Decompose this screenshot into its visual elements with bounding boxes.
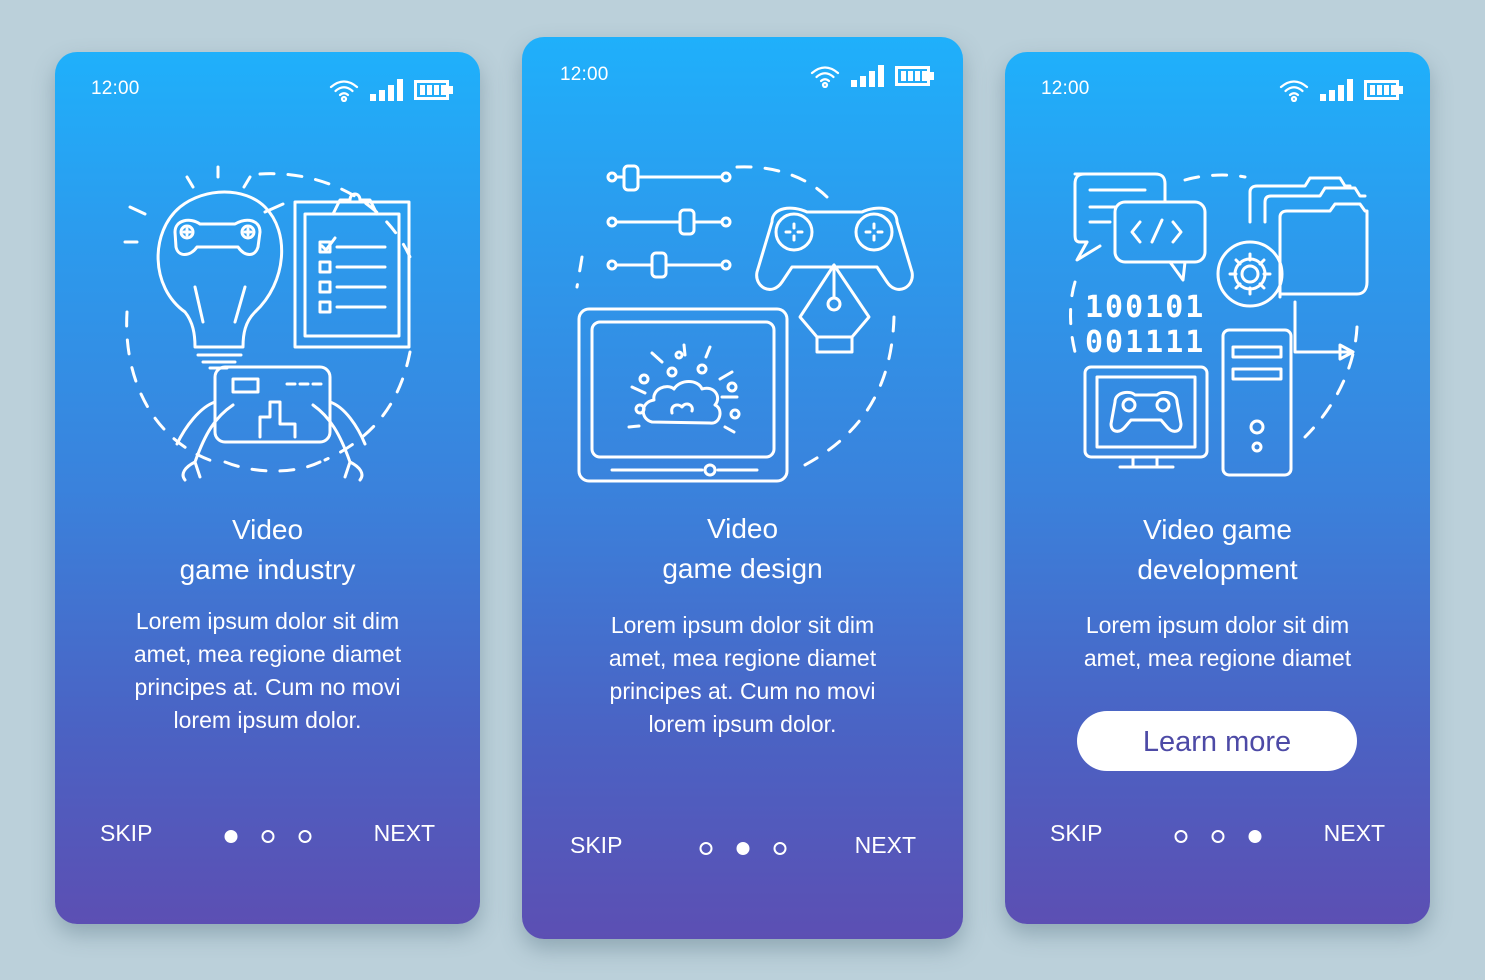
chat-code-icon bbox=[1073, 172, 1207, 282]
description-line: Lorem ipsum dolor sit dim bbox=[610, 612, 875, 638]
description-line: Lorem ipsum dolor sit dim bbox=[135, 608, 400, 634]
signal-icon bbox=[370, 79, 404, 101]
page-dot[interactable] bbox=[261, 830, 274, 843]
page-dot[interactable] bbox=[298, 830, 311, 843]
screen-description: Lorem ipsum dolor sit dim amet, mea regi… bbox=[1005, 609, 1430, 675]
description-line: Lorem ipsum dolor sit dim bbox=[1085, 612, 1350, 638]
title-line-1: Video game bbox=[1143, 514, 1292, 545]
status-time: 12:00 bbox=[560, 64, 609, 85]
title-line-1: Video bbox=[231, 514, 304, 545]
lightbulb-gamepad-icon bbox=[123, 165, 285, 370]
binary-line-1: 100101 bbox=[1085, 290, 1205, 325]
pen-nib-icon bbox=[798, 263, 871, 354]
page-dot[interactable] bbox=[773, 842, 786, 855]
checklist-clipboard-icon bbox=[293, 192, 411, 349]
title-line-2: game industry bbox=[179, 554, 356, 585]
title-line-2: game design bbox=[662, 553, 823, 584]
signal-icon bbox=[851, 65, 885, 87]
page-indicator bbox=[1174, 830, 1261, 843]
skip-button[interactable]: SKIP bbox=[100, 820, 152, 847]
illustration-design bbox=[522, 157, 963, 487]
description-line: principes at. Cum no movi bbox=[134, 674, 401, 700]
description-line: amet, mea regione diamet bbox=[133, 641, 402, 667]
screen-title: Video game design bbox=[522, 509, 963, 589]
page-dot-active[interactable] bbox=[736, 842, 749, 855]
monitor-gamepad-icon bbox=[1083, 365, 1209, 469]
illustration-development: 100101 001111 bbox=[1005, 162, 1430, 482]
battery-icon bbox=[414, 79, 454, 101]
status-time: 12:00 bbox=[91, 78, 140, 99]
next-button[interactable]: NEXT bbox=[1324, 820, 1385, 847]
status-bar: 12:00 bbox=[522, 37, 963, 107]
wifi-icon bbox=[809, 64, 841, 88]
status-bar: 12:00 bbox=[1005, 52, 1430, 122]
description-line: lorem ipsum dolor. bbox=[648, 711, 837, 737]
page-dot-active[interactable] bbox=[1248, 830, 1261, 843]
onboarding-nav: SKIP NEXT bbox=[1005, 815, 1430, 855]
signal-icon bbox=[1320, 79, 1354, 101]
illustration-industry bbox=[55, 162, 480, 482]
folders-gear-icon bbox=[1216, 176, 1369, 361]
status-bar: 12:00 bbox=[55, 52, 480, 122]
title-line-2: development bbox=[1137, 554, 1298, 585]
onboarding-nav: SKIP NEXT bbox=[522, 827, 963, 867]
onboarding-screen-industry: 12:00 Video game industry Lorem ipsum do… bbox=[55, 52, 480, 924]
page-dot-active[interactable] bbox=[224, 830, 237, 843]
onboarding-screen-design: 12:00 Video game design Lorem ipsum dolo… bbox=[522, 37, 963, 939]
onboarding-screen-development: 12:00 100101 001111 Video game developme… bbox=[1005, 52, 1430, 924]
screen-title: Video game development bbox=[1005, 510, 1430, 590]
page-dot[interactable] bbox=[699, 842, 712, 855]
onboarding-nav: SKIP NEXT bbox=[55, 815, 480, 855]
description-line: principes at. Cum no movi bbox=[609, 678, 876, 704]
wifi-icon bbox=[1278, 78, 1310, 102]
hands-holding-phone-icon bbox=[175, 365, 367, 482]
tablet-explosion-icon bbox=[577, 307, 789, 483]
screen-description: Lorem ipsum dolor sit dim amet, mea regi… bbox=[522, 609, 963, 741]
battery-icon bbox=[1364, 79, 1404, 101]
battery-icon bbox=[895, 65, 935, 87]
screen-description: Lorem ipsum dolor sit dim amet, mea regi… bbox=[55, 605, 480, 737]
page-dot[interactable] bbox=[1174, 830, 1187, 843]
binary-line-2: 001111 bbox=[1085, 325, 1205, 360]
status-time: 12:00 bbox=[1041, 78, 1090, 99]
screen-title: Video game industry bbox=[55, 510, 480, 590]
description-line: lorem ipsum dolor. bbox=[173, 707, 362, 733]
page-indicator bbox=[699, 842, 786, 855]
title-line-1: Video bbox=[706, 513, 779, 544]
next-button[interactable]: NEXT bbox=[374, 820, 435, 847]
skip-button[interactable]: SKIP bbox=[570, 832, 622, 859]
learn-more-button[interactable]: Learn more bbox=[1077, 711, 1357, 771]
wifi-icon bbox=[328, 78, 360, 102]
description-line: amet, mea regione diamet bbox=[1083, 645, 1352, 671]
next-button[interactable]: NEXT bbox=[855, 832, 916, 859]
sliders-icon bbox=[606, 164, 732, 279]
pc-tower-icon bbox=[1221, 328, 1293, 477]
binary-code-icon: 100101 001111 bbox=[1085, 290, 1205, 360]
skip-button[interactable]: SKIP bbox=[1050, 820, 1102, 847]
description-line: amet, mea regione diamet bbox=[608, 645, 877, 671]
page-dot[interactable] bbox=[1211, 830, 1224, 843]
page-indicator bbox=[224, 830, 311, 843]
